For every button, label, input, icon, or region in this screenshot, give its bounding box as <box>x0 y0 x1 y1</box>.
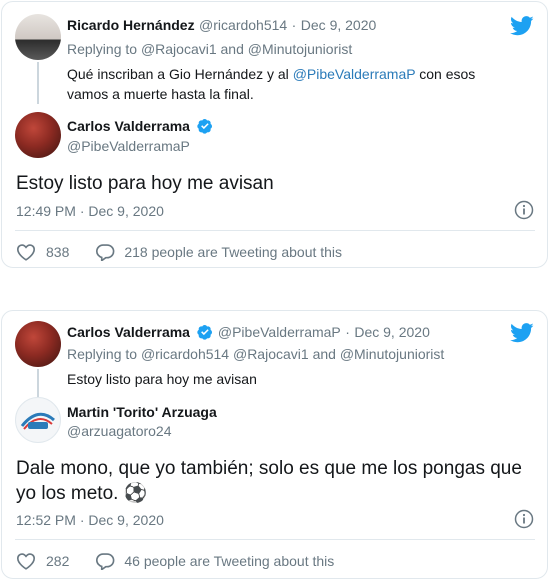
author-handle[interactable]: @PibeValderramaP <box>67 138 190 154</box>
main-tweet-text: Estoy listo para hoy me avisan <box>16 173 274 194</box>
soccer-ball-icon: ⚽ <box>123 483 148 504</box>
separator-dot: · <box>291 17 297 33</box>
replying-to: Replying to @Rajocavi1 and @Minutojunior… <box>67 39 352 59</box>
tweet-text: vamos a muerte hasta la final. <box>67 86 254 102</box>
replying-and: and <box>220 41 244 57</box>
reply-bubble-icon[interactable] <box>95 243 115 261</box>
author-name[interactable]: Carlos Valderrama <box>67 118 190 134</box>
info-icon[interactable] <box>514 200 534 220</box>
avatar-carlos[interactable] <box>15 321 61 367</box>
mention-link[interactable]: @PibeValderramaP <box>293 66 416 82</box>
avatar-carlos[interactable] <box>15 112 61 158</box>
tweet-time[interactable]: 12:49 PM <box>16 203 76 219</box>
thread-line <box>37 62 39 104</box>
tweet-actions: 838 218 people are Tweeting about this <box>16 242 342 262</box>
divider <box>15 230 535 231</box>
like-count[interactable]: 838 <box>46 244 69 260</box>
author-handle[interactable]: @PibeValderramaP <box>218 324 341 340</box>
parent-header: Ricardo Hernández @ricardoh514 · Dec 9, … <box>67 17 376 35</box>
author-handle[interactable]: @arzuagatoro24 <box>67 423 172 439</box>
avatar-martin[interactable] <box>15 397 61 443</box>
parent-tweet-text: Estoy listo para hoy me avisan <box>67 371 257 387</box>
replying-mention[interactable]: @Rajocavi1 <box>233 346 309 362</box>
tweet-text: con esos <box>419 66 476 82</box>
replying-label: Replying to <box>67 346 138 362</box>
tweet-time[interactable]: 12:52 PM <box>16 512 76 528</box>
verified-badge-icon <box>197 119 213 134</box>
author-name[interactable]: Ricardo Hernández <box>67 17 195 33</box>
avatar-logo-icon <box>20 412 55 430</box>
parent-header: Carlos Valderrama @PibeValderramaP · Dec… <box>67 324 430 342</box>
replying-and: and <box>312 346 336 362</box>
replying-to: Replying to @ricardoh514 @Rajocavi1 and … <box>67 344 444 364</box>
separator-dot: · <box>345 324 350 340</box>
like-count[interactable]: 282 <box>46 553 69 569</box>
tweet-text: Dale mono, que yo también; solo es que m… <box>16 458 522 479</box>
replying-mention[interactable]: @Minutojuniorist <box>248 41 352 57</box>
tweet-date[interactable]: Dec 9, 2020 <box>354 324 430 340</box>
author-handle[interactable]: @ricardoh514 <box>199 17 287 33</box>
twitter-bird-icon[interactable] <box>510 323 534 343</box>
tweet-embed-card-1: Ricardo Hernández @ricardoh514 · Dec 9, … <box>1 1 548 268</box>
author-name[interactable]: Martin 'Torito' Arzuaga <box>67 404 217 420</box>
main-author: Carlos Valderrama <box>67 118 213 136</box>
tweet-date[interactable]: Dec 9, 2020 <box>301 17 377 33</box>
heart-icon[interactable] <box>16 243 36 261</box>
main-tweet-text: Dale mono, que yo también; solo es que m… <box>16 456 541 506</box>
tweet-actions: 282 46 people are Tweeting about this <box>16 551 334 571</box>
tweet-timestamp[interactable]: 12:52 PM · Dec 9, 2020 <box>16 512 164 528</box>
tweet-date[interactable]: Dec 9, 2020 <box>88 203 164 219</box>
replying-mention[interactable]: @Minutojuniorist <box>340 346 444 362</box>
reply-bubble-icon[interactable] <box>95 552 115 570</box>
tweet-text: yo los meto. <box>16 483 119 504</box>
tweeting-about-count[interactable]: 46 people are Tweeting about this <box>124 553 334 569</box>
replying-mention[interactable]: @ricardoh514 <box>141 346 229 362</box>
heart-icon[interactable] <box>16 552 36 570</box>
twitter-bird-icon[interactable] <box>510 16 534 36</box>
tweet-embed-card-2: Carlos Valderrama @PibeValderramaP · Dec… <box>1 310 548 579</box>
tweet-text: Qué inscriban a Gio Hernández y al <box>67 66 289 82</box>
divider <box>15 539 535 540</box>
avatar-ricardo[interactable] <box>15 14 61 60</box>
separator-dot: · <box>79 203 85 219</box>
verified-badge-icon <box>197 325 213 340</box>
tweet-timestamp[interactable]: 12:49 PM · Dec 9, 2020 <box>16 203 164 219</box>
tweet-date[interactable]: Dec 9, 2020 <box>88 512 164 528</box>
replying-label: Replying to <box>67 41 138 57</box>
replying-mention[interactable]: @Rajocavi1 <box>141 41 217 57</box>
separator-dot: · <box>79 512 85 528</box>
tweeting-about-count[interactable]: 218 people are Tweeting about this <box>124 244 342 260</box>
thread-line <box>37 369 39 397</box>
parent-tweet-text: Qué inscriban a Gio Hernández y al @Pibe… <box>67 64 527 104</box>
author-name[interactable]: Carlos Valderrama <box>67 324 190 340</box>
info-icon[interactable] <box>514 509 534 529</box>
